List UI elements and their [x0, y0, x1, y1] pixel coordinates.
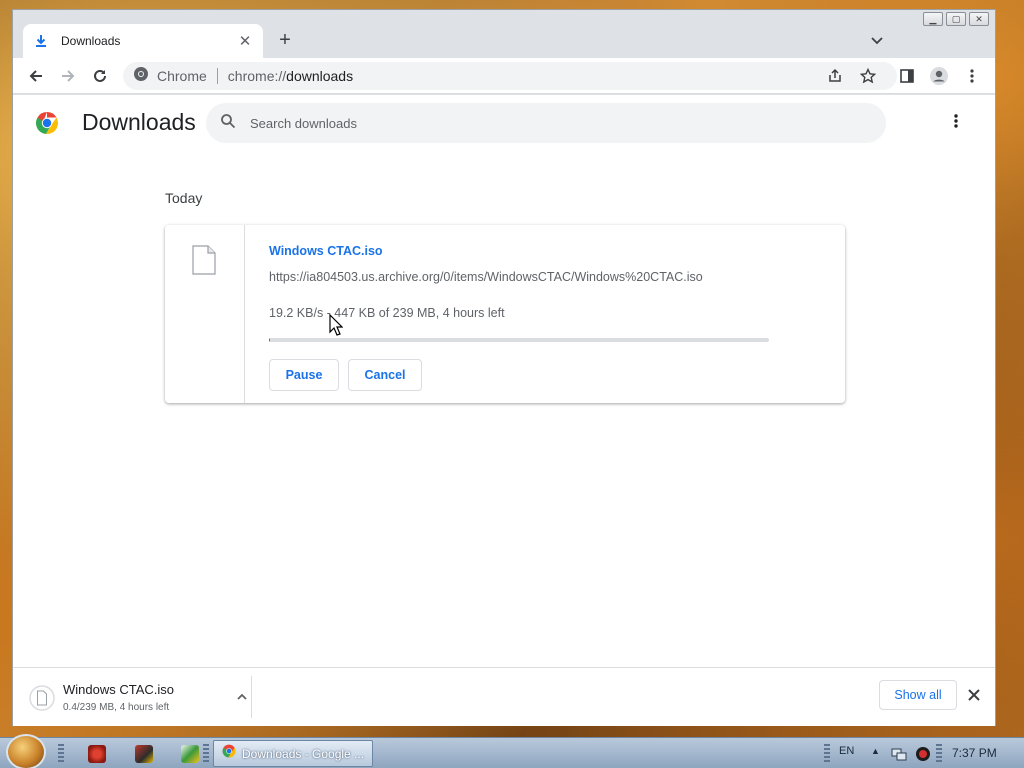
chrome-site-icon	[133, 66, 149, 87]
mouse-cursor-icon	[329, 313, 344, 336]
quicklaunch-app-2-icon[interactable]	[135, 745, 153, 763]
quicklaunch-app-1-icon[interactable]	[88, 745, 106, 763]
address-scheme: chrome://	[227, 68, 287, 84]
chevron-up-icon[interactable]	[235, 690, 249, 704]
downloads-page: Downloads Search downloads Today Windows…	[13, 95, 995, 667]
tray-grip	[824, 744, 830, 764]
chrome-menu-icon[interactable]	[962, 66, 982, 86]
maximize-icon[interactable]: ▢	[946, 12, 966, 26]
search-downloads-input[interactable]: Search downloads	[206, 103, 886, 143]
tab-title: Downloads	[61, 34, 121, 48]
download-shelf: Windows CTAC.iso 0.4/239 MB, 4 hours lef…	[13, 667, 995, 726]
new-tab-icon[interactable]: +	[275, 30, 295, 50]
download-file-link[interactable]: Windows CTAC.iso	[269, 244, 383, 258]
shelf-file-status: 0.4/239 MB, 4 hours left	[63, 702, 170, 713]
download-progress-fill	[269, 338, 270, 342]
language-indicator[interactable]: EN	[839, 745, 854, 757]
show-all-button[interactable]: Show all	[879, 680, 957, 710]
download-icon	[33, 33, 49, 49]
browser-toolbar: Chrome chrome://downloads	[13, 58, 995, 94]
address-bar[interactable]: Chrome chrome://downloads	[123, 62, 897, 90]
more-actions-icon[interactable]	[953, 113, 969, 133]
chrome-logo-icon	[35, 111, 59, 135]
tab-close-icon[interactable]: ✕	[237, 32, 253, 50]
tab-downloads[interactable]: Downloads ✕	[23, 24, 263, 58]
page-title: Downloads	[82, 109, 196, 135]
taskbar-grip-2	[203, 744, 209, 764]
back-icon[interactable]	[26, 66, 46, 86]
taskbar: Downloads - Google ... EN ▲ 7:37 PM	[0, 734, 1024, 768]
shelf-download-item[interactable]: Windows CTAC.iso 0.4/239 MB, 4 hours lef…	[29, 682, 251, 718]
search-placeholder: Search downloads	[250, 115, 357, 131]
clock-grip	[936, 744, 942, 764]
reload-icon[interactable]	[90, 66, 110, 86]
download-icon-column	[165, 225, 245, 403]
window-controls: ▁ ▢ ✕	[923, 12, 989, 26]
minimize-icon[interactable]: ▁	[923, 12, 943, 26]
network-icon[interactable]	[891, 746, 907, 762]
address-separator	[216, 68, 218, 84]
bookmark-star-icon[interactable]	[858, 66, 878, 86]
tab-search-chevron-icon[interactable]	[869, 32, 885, 48]
shelf-file-icon	[29, 685, 55, 716]
security-tray-icon[interactable]	[915, 746, 931, 762]
side-panel-icon[interactable]	[897, 66, 917, 86]
taskbar-grip	[58, 744, 64, 764]
file-icon	[192, 245, 216, 280]
quicklaunch-app-3-icon[interactable]	[181, 745, 199, 763]
close-shelf-icon[interactable]	[966, 687, 982, 703]
address-url: chrome://downloads	[228, 68, 353, 84]
close-window-icon[interactable]: ✕	[969, 12, 989, 26]
shelf-divider	[251, 676, 252, 718]
browser-window: Downloads ✕ + ▁ ▢ ✕ Chrome chrome://down…	[12, 9, 996, 726]
start-button[interactable]	[6, 734, 46, 768]
system-clock[interactable]: 7:37 PM	[952, 746, 997, 760]
download-source-url[interactable]: https://ia804503.us.archive.org/0/items/…	[269, 270, 703, 284]
cancel-button[interactable]: Cancel	[348, 359, 422, 391]
share-icon[interactable]	[825, 66, 845, 86]
download-card: Windows CTAC.iso https://ia804503.us.arc…	[165, 225, 845, 403]
taskbar-task-label: Downloads - Google ...	[242, 746, 365, 761]
forward-icon[interactable]	[58, 66, 78, 86]
shelf-file-name: Windows CTAC.iso	[63, 682, 175, 697]
address-path: downloads	[286, 68, 354, 84]
search-icon	[220, 113, 236, 134]
pause-button[interactable]: Pause	[269, 359, 339, 391]
downloads-header: Downloads Search downloads	[13, 95, 995, 151]
tab-strip: Downloads ✕ + ▁ ▢ ✕	[13, 10, 995, 58]
address-site-label: Chrome	[157, 68, 207, 84]
tray-expand-icon[interactable]: ▲	[871, 746, 880, 756]
download-status: 19.2 KB/s - 447 KB of 239 MB, 4 hours le…	[269, 306, 505, 320]
profile-avatar-icon[interactable]	[929, 66, 949, 86]
chrome-task-icon	[222, 744, 236, 763]
taskbar-chrome-task[interactable]: Downloads - Google ...	[213, 740, 373, 767]
download-progress-bar	[269, 338, 769, 342]
date-group-label: Today	[165, 190, 203, 206]
